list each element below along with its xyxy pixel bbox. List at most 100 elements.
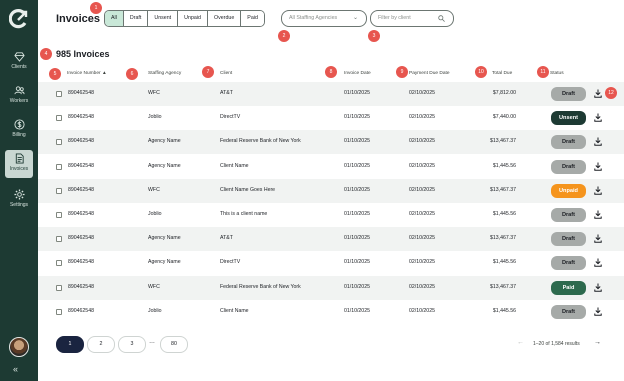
invoice-date-cell: 01/10/2025 bbox=[344, 283, 370, 290]
staffing-agency-cell: Joblio bbox=[148, 211, 162, 217]
page-button-80[interactable]: 80 bbox=[160, 336, 188, 353]
invoice-number-cell: 890462548 bbox=[68, 114, 94, 121]
results-summary: 1–20 of 1,584 results bbox=[533, 341, 580, 347]
row-checkbox[interactable] bbox=[56, 163, 62, 170]
download-icon[interactable] bbox=[594, 137, 602, 147]
sidebar-item-workers[interactable]: Workers bbox=[0, 82, 38, 110]
table-row[interactable]: 890462548 WFC AT&T 01/10/2025 02/10/2025 $7,8… bbox=[38, 82, 624, 106]
status-badge: Draft bbox=[551, 208, 586, 222]
filter-all[interactable]: All bbox=[105, 11, 124, 26]
status-badge: Paid bbox=[551, 280, 586, 295]
payment-due-date-cell: 02/10/2025 bbox=[409, 138, 435, 145]
previous-page-icon[interactable]: ← bbox=[517, 339, 524, 346]
sidebar-item-billing[interactable]: Billing bbox=[0, 116, 38, 144]
payment-due-date-cell: 02/10/2025 bbox=[409, 307, 435, 314]
row-checkbox[interactable] bbox=[56, 212, 62, 218]
row-checkbox[interactable] bbox=[56, 91, 62, 97]
invoice-number-cell: 890462548 bbox=[68, 211, 94, 217]
annotation-marker-11: 11 bbox=[537, 66, 549, 78]
staffing-agency-cell: Agency Name bbox=[148, 162, 181, 169]
staffing-agency-dropdown[interactable]: All Staffing Agencies ⌄ bbox=[281, 10, 367, 27]
column-header-staffing-agency[interactable]: Staffing Agency bbox=[148, 71, 181, 76]
table-row[interactable]: 890462548 WFC Federal Reserve Bank of New … bbox=[38, 275, 624, 300]
annotation-marker-6: 6 bbox=[126, 68, 138, 80]
table-row[interactable]: 890462548 Agency Name DirectTV 01/10/2025 02… bbox=[38, 251, 624, 275]
staffing-agency-cell: WFC bbox=[148, 90, 160, 96]
filter-draft[interactable]: Draft bbox=[123, 11, 149, 26]
status-badge: Draft bbox=[551, 87, 586, 101]
row-checkbox[interactable] bbox=[56, 236, 62, 243]
sidebar-item-invoices[interactable]: Invoices bbox=[5, 150, 33, 178]
annotation-marker-2: 2 bbox=[278, 30, 290, 42]
client-cell: Federal Reserve Bank of New York bbox=[220, 283, 301, 290]
table-row[interactable]: 890462548 Joblio This is a client name 01/1… bbox=[38, 203, 624, 227]
column-header-payment-due-date[interactable]: Payment Due Date bbox=[409, 71, 450, 76]
annotation-marker-7: 7 bbox=[202, 66, 214, 78]
sidebar-item-label: Billing bbox=[12, 132, 26, 138]
annotation-marker-4: 4 bbox=[40, 48, 52, 60]
avatar[interactable] bbox=[9, 337, 29, 357]
column-header-client[interactable]: Client bbox=[220, 71, 232, 76]
row-checkbox[interactable] bbox=[56, 187, 62, 194]
payment-due-date-cell: 02/10/2025 bbox=[409, 283, 435, 290]
client-cell: Client Name Goes Here bbox=[220, 186, 276, 193]
invoice-date-cell: 01/10/2025 bbox=[344, 235, 370, 242]
sidebar-item-clients[interactable]: Clients bbox=[0, 48, 38, 76]
next-page-icon[interactable]: → bbox=[594, 339, 601, 346]
search-icon bbox=[438, 15, 445, 22]
download-icon[interactable] bbox=[594, 258, 602, 268]
staffing-agency-cell: Agency Name bbox=[148, 138, 181, 145]
column-header-invoice-date[interactable]: Invoice Date bbox=[344, 71, 371, 76]
annotation-marker-1: 1 bbox=[90, 2, 102, 14]
download-icon[interactable] bbox=[594, 283, 602, 292]
column-header-status[interactable]: Status bbox=[550, 71, 564, 76]
download-icon[interactable] bbox=[594, 210, 602, 219]
payment-due-date-cell: 02/10/2025 bbox=[409, 211, 435, 217]
table-row[interactable]: 890462548 Joblio DirectTV 01/10/2025 02/10/2… bbox=[38, 106, 624, 130]
page-button-1[interactable]: 1 bbox=[56, 336, 84, 353]
download-icon[interactable] bbox=[594, 186, 602, 195]
client-filter-placeholder: Filter by client bbox=[378, 15, 411, 21]
download-icon[interactable] bbox=[594, 234, 602, 243]
table-row[interactable]: 890462548 Agency Name Federal Reserve Bank… bbox=[38, 130, 624, 155]
row-checkbox[interactable] bbox=[56, 260, 62, 267]
invoice-number-cell: 890462548 bbox=[68, 138, 94, 145]
page-button-3[interactable]: 3 bbox=[118, 336, 146, 353]
column-header-total-due[interactable]: Total Due bbox=[492, 71, 512, 76]
filter-unsent[interactable]: Unsent bbox=[148, 11, 179, 26]
download-icon[interactable] bbox=[594, 113, 602, 122]
filter-overdue[interactable]: Overdue bbox=[207, 11, 242, 26]
invoice-number-cell: 890462548 bbox=[68, 259, 94, 266]
status-badge: Unsent bbox=[551, 111, 586, 126]
staffing-agency-cell: Agency Name bbox=[148, 259, 181, 266]
client-cell: This is a client name bbox=[220, 211, 268, 217]
table-row[interactable]: 890462548 WFC Client Name Goes Here 01/10/2… bbox=[38, 178, 624, 203]
table-row[interactable]: 890462548 Agency Name Client Name 01/10/202… bbox=[38, 155, 624, 179]
download-icon[interactable] bbox=[594, 307, 602, 316]
table-row[interactable]: 890462548 Joblio Client Name 01/10/2025 02/1… bbox=[38, 300, 624, 324]
row-checkbox[interactable] bbox=[56, 115, 62, 122]
row-checkbox[interactable] bbox=[56, 284, 62, 291]
table-row[interactable]: 890462548 Agency Name AT&T 01/10/2025 02/10/… bbox=[38, 227, 624, 252]
staffing-agency-cell: Agency Name bbox=[148, 235, 181, 242]
sidebar-item-settings[interactable]: Settings bbox=[0, 186, 38, 214]
payment-due-date-cell: 02/10/2025 bbox=[409, 90, 435, 96]
gear-icon bbox=[13, 189, 25, 200]
total-due-cell: $1,445.56 bbox=[492, 162, 516, 169]
row-checkbox[interactable] bbox=[56, 139, 62, 146]
collapse-sidebar-icon[interactable]: « bbox=[13, 364, 18, 374]
filter-unpaid[interactable]: Unpaid bbox=[178, 11, 208, 26]
client-filter-input[interactable]: Filter by client bbox=[370, 10, 454, 27]
app-logo[interactable] bbox=[9, 9, 29, 29]
staffing-agency-placeholder: All Staffing Agencies bbox=[289, 15, 338, 21]
row-checkbox[interactable] bbox=[56, 308, 62, 315]
column-label: Invoice Number bbox=[67, 71, 101, 76]
column-header-invoice-number[interactable]: Invoice Number ▲ bbox=[67, 71, 107, 76]
download-icon[interactable] bbox=[594, 89, 602, 98]
filter-paid[interactable]: Paid bbox=[241, 11, 264, 26]
payment-due-date-cell: 02/10/2025 bbox=[409, 162, 435, 169]
page-button-2[interactable]: 2 bbox=[87, 336, 115, 353]
pagination-ellipsis: … bbox=[149, 339, 155, 345]
download-icon[interactable] bbox=[594, 162, 602, 171]
invoice-number-cell: 890462548 bbox=[68, 235, 94, 242]
